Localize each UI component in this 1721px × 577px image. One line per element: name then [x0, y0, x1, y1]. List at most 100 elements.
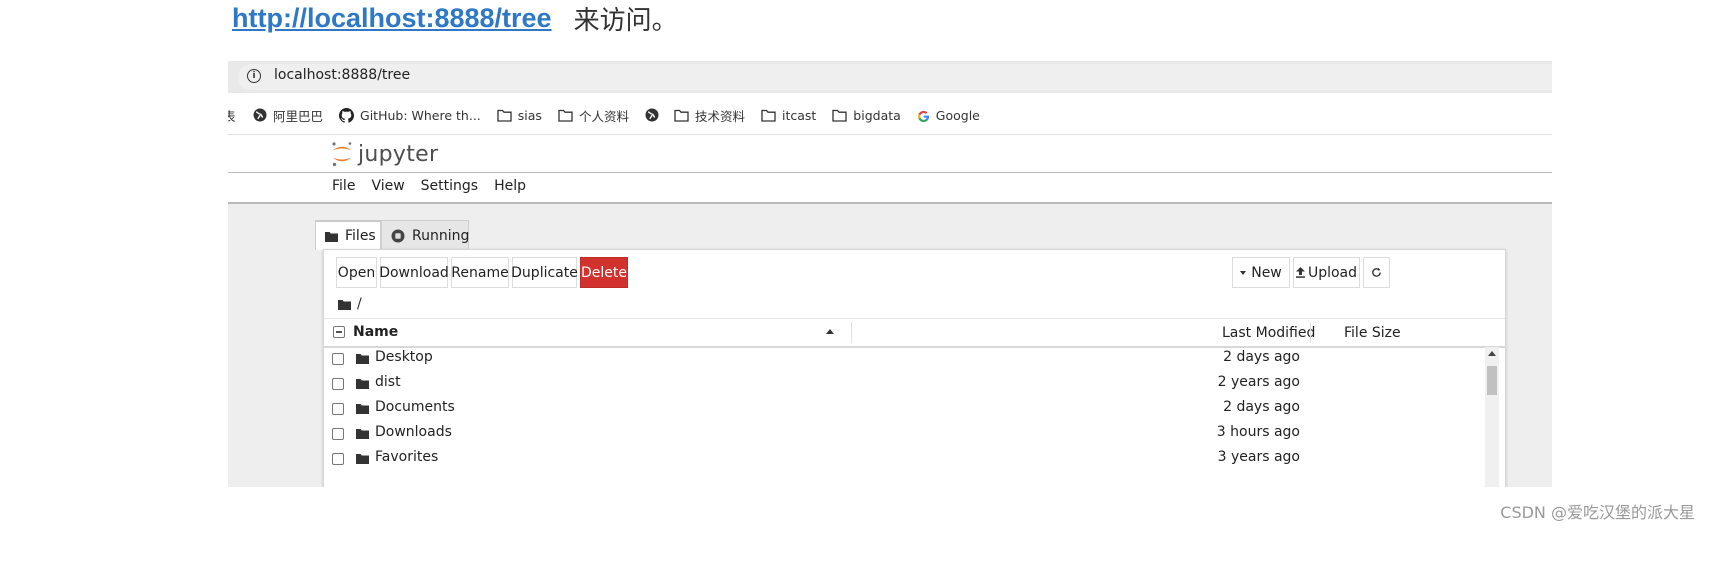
- menu-help[interactable]: Help: [494, 178, 526, 194]
- folder-outline-icon: [558, 109, 573, 122]
- select-all-checkbox[interactable]: [333, 326, 345, 338]
- row-checkbox[interactable]: [332, 453, 344, 465]
- breadcrumb-path: /: [357, 296, 362, 312]
- globe-icon: [645, 108, 659, 122]
- menu-file[interactable]: File: [332, 178, 355, 194]
- file-row-dist[interactable]: dist 2 years ago: [324, 371, 1484, 396]
- tab-files[interactable]: Files: [315, 220, 381, 250]
- csdn-watermark: CSDN @爱吃汉堡的派大星: [1500, 503, 1695, 522]
- new-button-label: New: [1251, 264, 1282, 281]
- folder-icon: [356, 403, 369, 414]
- new-button[interactable]: New: [1232, 257, 1290, 288]
- row-checkbox[interactable]: [332, 378, 344, 390]
- bookmark-tech[interactable]: 技术资料: [674, 106, 745, 125]
- intro-suffix: 来访问。: [573, 5, 678, 36]
- folder-outline-icon: [497, 109, 512, 122]
- file-modified: 2 years ago: [1217, 374, 1300, 390]
- row-checkbox[interactable]: [332, 428, 344, 440]
- open-button[interactable]: Open: [336, 257, 377, 288]
- file-table-header: Name Last Modified File Size: [324, 318, 1505, 348]
- column-name[interactable]: Name: [353, 324, 398, 340]
- header-separator: [228, 172, 1552, 173]
- jupyter-logo-icon: [332, 142, 352, 167]
- file-modified: 2 days ago: [1223, 399, 1300, 415]
- bookmark-label: bigdata: [853, 107, 901, 123]
- file-name[interactable]: Favorites: [375, 449, 438, 465]
- file-browser-workspace: Files Running Open Download Rename Dupli…: [228, 204, 1552, 487]
- tab-label: Running: [412, 227, 470, 244]
- file-list-scrollbar[interactable]: [1485, 347, 1499, 487]
- file-modified: 3 hours ago: [1216, 424, 1300, 440]
- jupyter-logo-text: jupyter: [358, 141, 439, 167]
- download-button[interactable]: Download: [379, 257, 449, 288]
- folder-icon: [356, 378, 369, 389]
- menu-bar: File View Settings Help: [332, 178, 542, 194]
- folder-icon: [338, 299, 351, 310]
- localhost-link[interactable]: http://localhost:8888/tree: [232, 3, 552, 34]
- folder-outline-icon: [761, 109, 776, 122]
- file-modified: 3 years ago: [1217, 449, 1300, 465]
- menu-view[interactable]: View: [371, 178, 404, 194]
- bookmark-label: itcast: [781, 107, 817, 123]
- refresh-icon: [1371, 267, 1382, 278]
- folder-icon: [325, 231, 338, 242]
- upload-button-label: Upload: [1307, 264, 1358, 281]
- file-name[interactable]: Documents: [375, 399, 455, 415]
- file-name[interactable]: Desktop: [375, 349, 433, 365]
- info-icon[interactable]: i: [247, 69, 261, 83]
- file-row-documents[interactable]: Documents 2 days ago: [324, 396, 1484, 421]
- address-pill[interactable]: [238, 64, 1552, 90]
- file-name[interactable]: Downloads: [375, 424, 452, 440]
- row-checkbox[interactable]: [332, 353, 344, 365]
- intro-line: http://localhost:8888/tree 来访问。: [232, 0, 678, 36]
- jupyter-logo[interactable]: jupyter: [330, 141, 438, 167]
- column-last-modified[interactable]: Last Modified: [1222, 325, 1315, 341]
- bookmark-github[interactable]: GitHub: Where th...: [339, 107, 481, 123]
- bookmark-google[interactable]: Google: [917, 108, 980, 123]
- bookmark-label: 技术资料: [694, 108, 745, 124]
- browser-screenshot: i localhost:8888/tree 表 阿里巴巴 GitHub: Whe…: [228, 61, 1552, 487]
- scrollbar-thumb[interactable]: [1487, 366, 1497, 395]
- bookmark-label: 阿里巴巴: [273, 108, 324, 124]
- bookmark-personal[interactable]: 个人资料: [558, 106, 629, 125]
- bookmark-label: GitHub: Where th...: [360, 107, 481, 123]
- tab-label: Files: [345, 228, 376, 244]
- upload-icon: [1295, 267, 1305, 278]
- bookmark-alibaba[interactable]: 阿里巴巴: [253, 106, 323, 125]
- bookmark-bigdata[interactable]: bigdata: [832, 108, 901, 123]
- file-row-desktop[interactable]: Desktop 2 days ago: [324, 346, 1484, 371]
- row-checkbox[interactable]: [332, 403, 344, 415]
- github-icon: [339, 107, 355, 123]
- upload-button[interactable]: Upload: [1293, 257, 1360, 288]
- column-divider[interactable]: [851, 322, 852, 343]
- tab-running[interactable]: Running: [381, 220, 469, 250]
- address-bar: i localhost:8888/tree: [228, 61, 1552, 93]
- caret-down-icon: [1240, 270, 1247, 275]
- address-url[interactable]: localhost:8888/tree: [274, 67, 410, 83]
- folder-outline-icon: [832, 109, 847, 122]
- file-row-downloads[interactable]: Downloads 3 hours ago: [324, 421, 1484, 446]
- bookmark-globe[interactable]: [645, 108, 665, 122]
- bookmark-itcast[interactable]: itcast: [761, 108, 816, 123]
- delete-button[interactable]: Delete: [580, 257, 628, 288]
- scroll-up-arrow-icon[interactable]: [1488, 351, 1496, 356]
- duplicate-button[interactable]: Duplicate: [511, 257, 578, 288]
- folder-outline-icon: [674, 109, 689, 122]
- folder-icon: [356, 453, 369, 464]
- bookmark-label: Google: [935, 107, 980, 123]
- sort-ascending-icon[interactable]: [826, 329, 834, 334]
- folder-icon: [356, 428, 369, 439]
- column-divider[interactable]: [1310, 322, 1311, 343]
- menu-settings[interactable]: Settings: [421, 178, 478, 194]
- bookmark-sias[interactable]: sias: [497, 108, 542, 123]
- rename-button[interactable]: Rename: [451, 257, 509, 288]
- refresh-button[interactable]: [1363, 257, 1390, 288]
- breadcrumb[interactable]: /: [338, 296, 362, 312]
- bookmark-0[interactable]: 表: [228, 106, 236, 125]
- bookmarks-bar: 表 阿里巴巴 GitHub: Where th... sias 个人资料 技术资…: [228, 99, 1552, 131]
- column-file-size[interactable]: File Size: [1344, 325, 1401, 341]
- file-name[interactable]: dist: [375, 374, 401, 390]
- file-row-favorites[interactable]: Favorites 3 years ago: [324, 446, 1484, 471]
- bookmark-label: 个人资料: [578, 108, 629, 124]
- stop-circle-icon: [391, 229, 405, 243]
